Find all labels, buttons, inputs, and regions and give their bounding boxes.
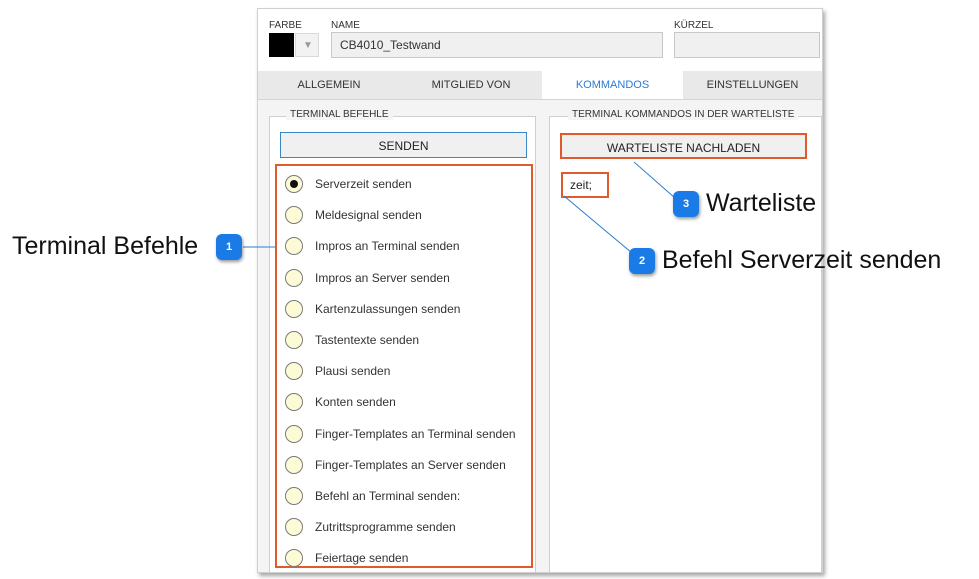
- terminal-settings-window: FARBE ▼ NAME CB4010_Testwand KÜRZEL ALLG…: [257, 8, 823, 573]
- radio-label: Kartenzulassungen senden: [315, 302, 461, 316]
- radio-circle[interactable]: [285, 487, 303, 505]
- radio-circle[interactable]: [285, 331, 303, 349]
- radio-impros-an-terminal[interactable]: Impros an Terminal senden: [285, 236, 530, 258]
- radio-circle[interactable]: [285, 362, 303, 380]
- radio-circle[interactable]: [285, 269, 303, 287]
- terminal-befehle-radio-list: Serverzeit senden Meldesignal senden Imp…: [275, 164, 533, 568]
- color-dropdown[interactable]: ▼: [295, 33, 319, 57]
- radio-kartenzulassungen[interactable]: Kartenzulassungen senden: [285, 299, 530, 321]
- radio-serverzeit-senden[interactable]: Serverzeit senden: [285, 174, 530, 196]
- radio-label: Serverzeit senden: [315, 177, 412, 191]
- header-bar: FARBE ▼ NAME CB4010_Testwand KÜRZEL: [258, 9, 822, 71]
- radio-circle[interactable]: [285, 456, 303, 474]
- radio-label: Impros an Server senden: [315, 271, 450, 285]
- callout-text-warteliste: Warteliste: [706, 189, 817, 217]
- radio-label: Tastentexte senden: [315, 333, 420, 347]
- warteliste-content: zeit;: [561, 172, 609, 198]
- radio-label: Feiertage senden: [315, 551, 409, 565]
- radio-circle[interactable]: [285, 393, 303, 411]
- callout-badge-2: 2: [629, 248, 655, 274]
- radio-label: Konten senden: [315, 395, 396, 409]
- radio-zutrittsprogramme[interactable]: Zutrittsprogramme senden: [285, 517, 530, 539]
- callout-text-befehl-serverzeit: Befehl Serverzeit senden: [662, 246, 942, 274]
- radio-plausi[interactable]: Plausi senden: [285, 361, 530, 383]
- farbe-label: FARBE: [269, 20, 302, 31]
- tab-allgemein[interactable]: ALLGEMEIN: [258, 71, 400, 99]
- radio-label: Finger-Templates an Server senden: [315, 458, 506, 472]
- radio-circle[interactable]: [285, 206, 303, 224]
- radio-label: Befehl an Terminal senden:: [315, 489, 461, 503]
- radio-finger-templates-terminal[interactable]: Finger-Templates an Terminal senden: [285, 424, 530, 446]
- tab-einstellungen[interactable]: EINSTELLUNGEN: [683, 71, 822, 99]
- radio-label: Meldesignal senden: [315, 208, 422, 222]
- senden-button[interactable]: SENDEN: [280, 132, 527, 158]
- name-label: NAME: [331, 20, 360, 31]
- radio-label: Plausi senden: [315, 364, 391, 378]
- radio-label: Finger-Templates an Terminal senden: [315, 427, 516, 441]
- name-field[interactable]: CB4010_Testwand: [331, 32, 663, 58]
- color-swatch[interactable]: [269, 33, 294, 57]
- kurzel-label: KÜRZEL: [674, 20, 714, 31]
- kurzel-field[interactable]: [674, 32, 820, 58]
- radio-feiertage[interactable]: Feiertage senden: [285, 548, 530, 570]
- callout-badge-1: 1: [216, 234, 242, 260]
- warteliste-nachladen-button[interactable]: WARTELISTE NACHLADEN: [560, 133, 807, 159]
- radio-label: Zutrittsprogramme senden: [315, 520, 456, 534]
- radio-label: Impros an Terminal senden: [315, 239, 460, 253]
- radio-selected-dot: [290, 180, 298, 188]
- radio-circle[interactable]: [285, 518, 303, 536]
- radio-circle[interactable]: [285, 175, 303, 193]
- radio-circle[interactable]: [285, 425, 303, 443]
- radio-impros-an-server[interactable]: Impros an Server senden: [285, 268, 530, 290]
- radio-befehl-an-terminal[interactable]: Befehl an Terminal senden:: [285, 486, 530, 508]
- callout-text-terminal-befehle: Terminal Befehle: [12, 232, 199, 260]
- radio-tastentexte[interactable]: Tastentexte senden: [285, 330, 530, 352]
- tab-kommandos[interactable]: KOMMANDOS: [542, 71, 683, 99]
- radio-konten[interactable]: Konten senden: [285, 392, 530, 414]
- callout-badge-3: 3: [673, 191, 699, 217]
- radio-finger-templates-server[interactable]: Finger-Templates an Server senden: [285, 455, 530, 477]
- radio-meldesignal-senden[interactable]: Meldesignal senden: [285, 205, 530, 227]
- terminal-befehle-title: TERMINAL BEFEHLE: [286, 109, 393, 120]
- radio-circle[interactable]: [285, 300, 303, 318]
- radio-circle[interactable]: [285, 549, 303, 567]
- warteliste-title: TERMINAL KOMMANDOS IN DER WARTELISTE: [568, 109, 799, 120]
- tab-bar: ALLGEMEIN MITGLIED VON KOMMANDOS EINSTEL…: [258, 71, 822, 100]
- chevron-down-icon: ▼: [303, 40, 313, 51]
- radio-circle[interactable]: [285, 237, 303, 255]
- tab-mitglied-von[interactable]: MITGLIED VON: [400, 71, 542, 99]
